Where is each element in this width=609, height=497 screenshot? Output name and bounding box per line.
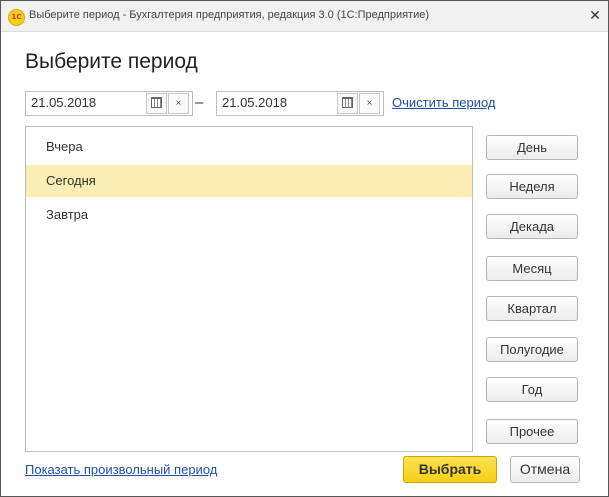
clear-period-link[interactable]: Очистить период [392, 95, 496, 110]
calendar-icon [151, 96, 162, 108]
quarter-button[interactable]: Квартал [486, 296, 578, 321]
end-clear-button[interactable]: × [359, 93, 380, 114]
clear-icon: × [366, 98, 373, 109]
app-1c-icon: 1С [8, 9, 25, 26]
start-clear-button[interactable]: × [168, 93, 189, 114]
date-separator: – [195, 94, 204, 111]
calendar-icon [342, 96, 353, 108]
end-date-field: × [216, 91, 384, 116]
list-item-today[interactable]: Сегодня [26, 165, 472, 197]
quick-period-list: Вчера Сегодня Завтра [25, 126, 473, 452]
end-date-input[interactable] [217, 92, 340, 113]
select-button[interactable]: Выбрать [403, 456, 497, 483]
window-title: Выберите период - Бухгалтерия предприяти… [29, 9, 430, 21]
cancel-button[interactable]: Отмена [510, 456, 580, 483]
decade-button[interactable]: Декада [486, 214, 578, 239]
end-calendar-button[interactable] [337, 93, 358, 114]
other-button[interactable]: Прочее [486, 419, 578, 444]
list-item-yesterday[interactable]: Вчера [26, 131, 472, 163]
day-button[interactable]: День [486, 135, 578, 160]
close-icon[interactable]: ✕ [584, 5, 606, 25]
start-date-input[interactable] [26, 92, 149, 113]
year-button[interactable]: Год [486, 377, 578, 402]
half-year-button[interactable]: Полугодие [486, 337, 578, 362]
page-title: Выберите период [25, 50, 198, 73]
week-button[interactable]: Неделя [486, 174, 578, 199]
start-calendar-button[interactable] [146, 93, 167, 114]
show-custom-period-link[interactable]: Показать произвольный период [25, 462, 217, 477]
clear-icon: × [175, 98, 182, 109]
title-bar: 1С Выберите период - Бухгалтерия предпри… [1, 1, 608, 32]
month-button[interactable]: Месяц [486, 256, 578, 281]
start-date-field: × [25, 91, 193, 116]
list-item-tomorrow[interactable]: Завтра [26, 199, 472, 231]
